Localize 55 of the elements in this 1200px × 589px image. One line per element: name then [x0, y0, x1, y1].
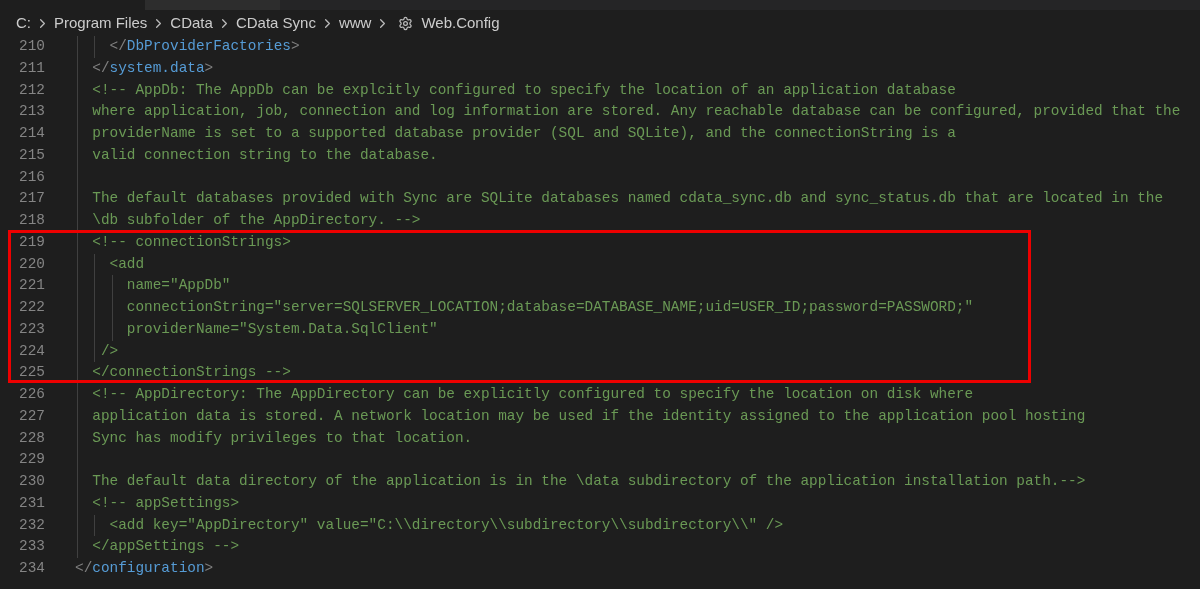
code-line: application data is stored. A network location may be used if the identity assigned to the application pool hosting — [91, 406, 1086, 426]
gear-icon — [398, 15, 414, 31]
line-number: 223 — [18, 319, 45, 339]
line-number: 228 — [18, 428, 45, 448]
code-line: </configuration> — [75, 559, 214, 579]
code-line: /> — [99, 341, 119, 361]
line-number: 217 — [18, 189, 45, 209]
line-number: 229 — [18, 450, 45, 470]
code-line: </system.data> — [91, 58, 214, 78]
code-line: <!-- appSettings> — [91, 493, 240, 513]
breadcrumb-item[interactable]: CData Sync — [235, 11, 316, 35]
code-line: <add — [108, 254, 145, 274]
code-line: <!-- connectionStrings> — [91, 232, 291, 252]
line-number: 210 — [18, 37, 45, 57]
line-number: 233 — [18, 537, 45, 557]
code-line: Sync has modify privileges to that location. — [91, 428, 473, 448]
line-number: 220 — [18, 254, 45, 274]
code-line: valid connection string to the database. — [91, 145, 438, 165]
line-number: 211 — [18, 58, 45, 78]
code-line: </DbProviderFactories> — [108, 37, 300, 57]
line-number: 222 — [18, 298, 45, 318]
line-number: 224 — [18, 341, 45, 361]
line-number: 230 — [18, 472, 45, 492]
breadcrumb-item[interactable]: C: — [16, 11, 31, 35]
code-line: <!-- AppDirectory: The AppDirectory can be explicitly configured to specify the location on disk where — [91, 385, 974, 405]
line-number: 214 — [18, 124, 45, 144]
code-line: The default data directory of the application is in the \data subdirectory of the application installation path.--> — [91, 472, 1086, 492]
line-number: 234 — [18, 559, 45, 579]
code-line: </appSettings --> — [91, 537, 240, 557]
line-number: 219 — [18, 232, 45, 252]
line-number: 212 — [18, 80, 45, 100]
code-line: providerName is set to a supported database provider (SQL and SQLite), and the connectionString is a — [91, 124, 956, 144]
breadcrumb-item[interactable]: Program Files — [54, 11, 148, 35]
line-number: 227 — [18, 406, 45, 426]
code-line: where application, job, connection and log information are stored. Any reachable database can be configured, provided that the — [91, 102, 1181, 122]
code-line: </connectionStrings --> — [91, 363, 291, 383]
line-number: 231 — [18, 493, 45, 513]
code-line: connectionString="server=SQLSERVER_LOCATION;database=DATABASE_NAME;uid=USER_ID;password=PASSWORD;" — [125, 298, 974, 318]
line-number: 213 — [18, 102, 45, 122]
code-line: name="AppDb" — [125, 276, 231, 296]
code-line: <add key="AppDirectory" value="C:\\directory\\subdirectory\\subdirectory\\" /> — [108, 515, 784, 535]
code-line: The default databases provided with Sync are SQLite databases named cdata_sync.db and sync_status.db that are located in the — [91, 189, 1164, 209]
breadcrumb-item[interactable]: www — [338, 11, 372, 35]
code-line: <!-- AppDb: The AppDb can be explcitly configured to specify the location of an application database — [91, 80, 956, 100]
code-line: \db subfolder of the AppDirectory. --> — [91, 211, 421, 231]
line-number: 226 — [18, 385, 45, 405]
line-number: 225 — [18, 363, 45, 383]
code-line: providerName="System.Data.SqlClient" — [125, 319, 438, 339]
line-number: 232 — [18, 515, 45, 535]
line-number: 215 — [18, 145, 45, 165]
line-number: 218 — [18, 211, 45, 231]
breadcrumb-item[interactable]: Web.Config — [421, 11, 500, 35]
line-number: 221 — [18, 276, 45, 296]
breadcrumb-item[interactable]: CData — [170, 11, 213, 35]
line-number: 216 — [18, 167, 45, 187]
